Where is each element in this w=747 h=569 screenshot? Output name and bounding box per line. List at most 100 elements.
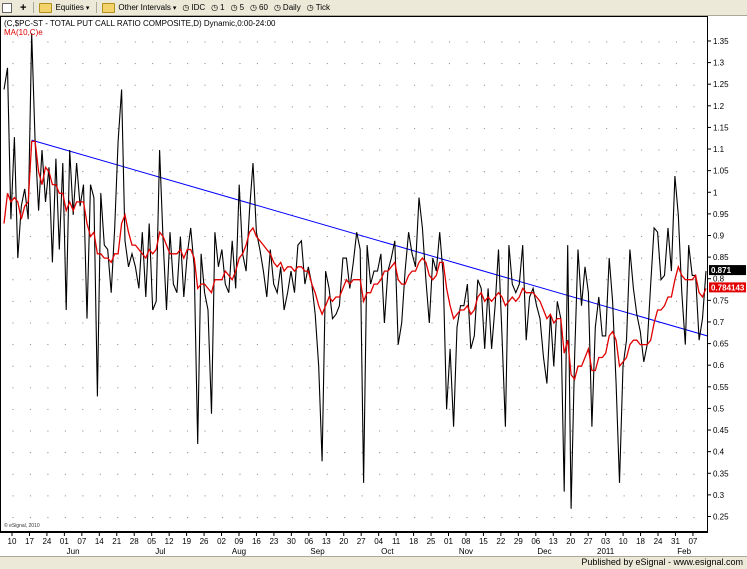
equities-label: Equities — [55, 3, 84, 12]
grid-dot — [518, 516, 520, 519]
x-tick-label: 13 — [549, 537, 558, 546]
other-intervals-menu[interactable]: Other Intervals ▾ — [100, 1, 178, 14]
grid-dot — [47, 214, 49, 216]
grid-dot — [501, 452, 503, 454]
grid-dot — [466, 257, 468, 259]
grid-dot — [571, 430, 573, 432]
grid-dot — [256, 171, 259, 173]
grid-dot — [606, 127, 608, 130]
grid-dot — [291, 452, 293, 454]
grid-dot — [640, 171, 643, 173]
series-line-moving-average — [3, 140, 707, 381]
grid-dot — [640, 322, 643, 324]
grid-dot — [169, 387, 171, 389]
grid-dot — [396, 408, 398, 411]
grid-dot — [501, 62, 503, 65]
grid-dot — [221, 322, 224, 324]
interval-5-button[interactable]: ◷ 5 — [229, 1, 246, 14]
grid-dot — [518, 84, 520, 86]
grid-dot — [274, 452, 276, 454]
grid-dot — [606, 365, 608, 367]
grid-dot — [501, 127, 503, 130]
grid-dot — [536, 408, 538, 411]
chart-title: (C,$PC-ST - TOTAL PUT CALL RATIO COMPOSI… — [4, 19, 276, 28]
grid-dot — [274, 84, 276, 86]
grid-dot — [134, 41, 136, 43]
grid-dot — [396, 127, 398, 130]
grid-dot — [640, 62, 643, 65]
grid-dot — [291, 495, 293, 497]
grid-dot — [204, 106, 206, 108]
grid-dot — [256, 322, 259, 324]
grid-dot — [134, 322, 136, 324]
interval-60-button[interactable]: ◷ 60 — [248, 1, 270, 14]
add-button[interactable]: + — [18, 1, 28, 14]
grid-dot — [274, 300, 276, 302]
interval-tick-button[interactable]: ◷ Tick — [305, 1, 332, 14]
clock-icon: ◷ — [306, 3, 314, 12]
interval-1-button[interactable]: ◷ 1 — [209, 1, 226, 14]
grid-dot — [693, 149, 695, 151]
grid-dot — [483, 473, 486, 475]
grid-dot — [47, 300, 49, 302]
grid-dot — [152, 408, 154, 411]
grid-dot — [99, 387, 101, 389]
x-tick-label: 14 — [95, 537, 104, 546]
grid-dot — [309, 127, 311, 130]
grid-dot — [291, 365, 293, 367]
equities-menu[interactable]: Equities ▾ — [37, 1, 91, 14]
folder-icon — [102, 2, 116, 13]
interval-idc-button[interactable]: ◷ IDC — [180, 1, 207, 14]
grid-dot — [466, 408, 468, 411]
grid-dot — [274, 214, 276, 216]
grid-dot — [29, 343, 32, 346]
y-tick-label: 1.2 — [713, 102, 725, 111]
grid-dot — [658, 452, 660, 454]
y-tick-label: 1 — [713, 188, 718, 197]
grid-dot — [152, 62, 154, 65]
grid-dot — [99, 127, 101, 130]
grid-dot — [361, 300, 363, 302]
grid-dot — [82, 84, 84, 86]
x-tick-label: 02 — [217, 537, 226, 546]
grid-dot — [309, 41, 311, 43]
grid-dot — [169, 149, 171, 151]
interval-daily-button[interactable]: ◷ Daily — [272, 1, 303, 14]
grid-dot — [536, 322, 538, 324]
grid-dot — [169, 343, 171, 346]
y-tick-label: 0.5 — [713, 404, 725, 413]
grid-dot — [12, 41, 14, 43]
chart-plot-area[interactable]: (C,$PC-ST - TOTAL PUT CALL RATIO COMPOSI… — [0, 16, 708, 532]
grid-dot — [117, 214, 119, 216]
grid-dot — [466, 62, 468, 65]
x-tick-label: 22 — [496, 537, 505, 546]
grid-dot — [413, 235, 416, 238]
grid-dot — [396, 452, 398, 454]
grid-dot — [536, 214, 538, 216]
grid-dot — [12, 106, 14, 108]
grid-dot — [448, 257, 451, 259]
grid-dot — [256, 41, 259, 43]
grid-dot — [483, 495, 486, 497]
grid-dot — [152, 365, 154, 367]
grid-dot — [12, 343, 14, 346]
grid-dot — [204, 279, 206, 281]
grid-dot — [29, 235, 32, 238]
grid-dot — [12, 192, 14, 194]
grid-dot — [187, 214, 189, 216]
grid-dot — [518, 106, 520, 108]
grid-dot — [134, 149, 136, 151]
grid-dot — [99, 516, 101, 519]
grid-dot — [326, 452, 328, 454]
grid-dot — [134, 192, 136, 194]
grid-dot — [675, 387, 678, 389]
grid-dot — [640, 106, 643, 108]
x-tick-label: 24 — [42, 537, 51, 546]
symbol-box[interactable] — [0, 1, 16, 14]
grid-dot — [623, 322, 625, 324]
grid-dot — [658, 192, 660, 194]
grid-dot — [431, 473, 433, 475]
grid-dot — [169, 214, 171, 216]
clock-icon: ◷ — [230, 3, 238, 12]
grid-dot — [536, 235, 538, 238]
